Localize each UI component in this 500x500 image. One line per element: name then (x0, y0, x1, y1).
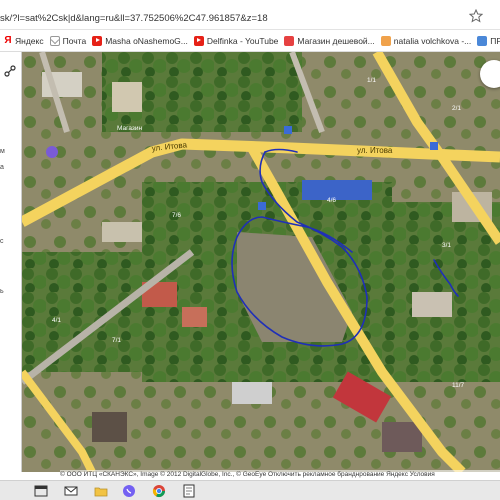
bookmark-label: natalia volchkova -... (393, 35, 472, 46)
house-number: 11/7 (452, 382, 465, 389)
taskbar (0, 480, 500, 500)
map-sidebar: м а с ь (0, 52, 22, 472)
house-number: 7/6 (172, 212, 181, 219)
youtube-icon (92, 35, 103, 46)
route-icon[interactable] (3, 64, 17, 78)
viber-icon[interactable] (122, 484, 136, 498)
youtube-icon (193, 35, 204, 46)
app-window-icon[interactable] (34, 484, 48, 498)
sidebar-text-fragment: м (0, 148, 5, 155)
bookmark-masha[interactable]: Masha oNashemoG... (92, 35, 188, 46)
chrome-icon[interactable] (152, 484, 166, 498)
satellite-map[interactable]: ул. Итова ул. Итова Магазин 7/6 4/6 3/1 … (22, 52, 500, 472)
house-number: 3/1 (442, 242, 451, 249)
bookmark-shop[interactable]: Магазин дешевой... (284, 35, 375, 46)
notepad-icon[interactable] (182, 484, 196, 498)
building-red-roof (182, 307, 207, 327)
building (112, 82, 142, 112)
building (412, 292, 452, 317)
yandex-icon: Я (4, 34, 12, 46)
address-bar[interactable]: sk/?l=sat%2Csk|d&lang=ru&ll=37.752506%2C… (0, 0, 500, 30)
house-number: 2/1 (452, 105, 461, 112)
house-number: 1/1 (367, 77, 376, 84)
locate-button[interactable] (480, 60, 500, 88)
building (92, 412, 127, 442)
bookmark-label: ПРЕДПРИЯ... (490, 35, 500, 46)
map-canvas[interactable]: ул. Итова ул. Итова Магазин 7/6 4/6 3/1 … (22, 52, 500, 472)
bookmark-label: Яндекс (15, 35, 44, 46)
house-number: 7/1 (112, 337, 121, 344)
house-number: 4/6 (327, 197, 336, 204)
poi-marker[interactable] (46, 146, 58, 158)
bus-stop-marker[interactable] (284, 126, 292, 134)
bookmark-yandex[interactable]: Я Яндекс (4, 34, 44, 46)
house-number: 4/1 (52, 317, 61, 324)
url-text[interactable]: sk/?l=sat%2Csk|d&lang=ru&ll=37.752506%2C… (0, 13, 268, 24)
map-attribution: © ООО ИТЦ «СКАНЭКС», Image © 2012 Digita… (60, 470, 500, 480)
mail-icon[interactable] (64, 484, 78, 498)
bookmark-star-icon[interactable] (469, 9, 483, 23)
mail-icon (49, 35, 60, 46)
bookmark-mail[interactable]: Почта (49, 35, 87, 46)
bookmark-label: Masha oNashemoG... (105, 35, 188, 46)
poi-label: Магазин (117, 125, 142, 132)
building (232, 382, 272, 404)
bookmark-natalia[interactable]: natalia volchkova -... (380, 35, 472, 46)
bookmark-delfinka[interactable]: Delfinka - YouTube (193, 35, 279, 46)
grid-icon (477, 35, 488, 46)
building (382, 422, 422, 452)
bookmark-enterprise[interactable]: ПРЕДПРИЯ... (477, 35, 500, 46)
street-label: ул. Итова (357, 146, 393, 155)
sidebar-text-fragment: а (0, 164, 4, 171)
bus-stop-marker[interactable] (258, 202, 266, 210)
bookmark-label: Почта (62, 35, 87, 46)
residential-trees (22, 252, 162, 372)
bookmark-label: Delfinka - YouTube (206, 35, 279, 46)
sidebar-text-fragment: ь (0, 288, 4, 295)
bus-stop-marker[interactable] (430, 142, 438, 150)
sidebar-text-fragment: с (0, 238, 4, 245)
building-blue-roof (302, 180, 372, 200)
shop-icon (284, 35, 295, 46)
building (102, 222, 142, 242)
bookmarks-bar: Я Яндекс Почта Masha oNashemoG... Delfin… (0, 30, 500, 52)
bookmark-label: Магазин дешевой... (297, 35, 375, 46)
ok-icon (380, 35, 391, 46)
folder-icon[interactable] (94, 484, 108, 498)
